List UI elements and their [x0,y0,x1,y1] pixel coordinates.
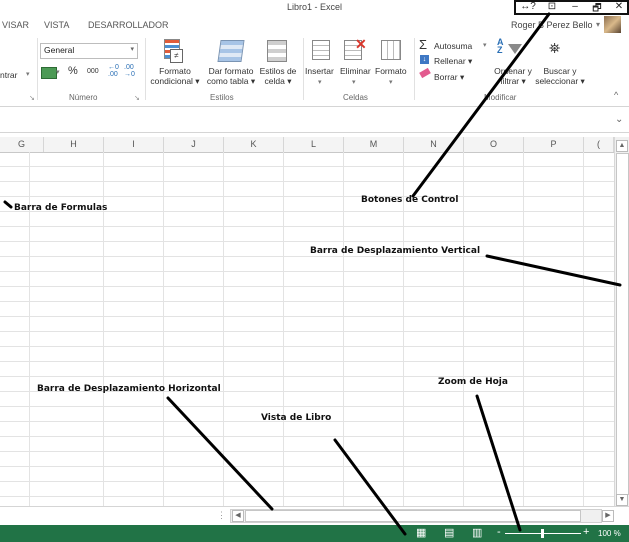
format-as-table-button[interactable]: Dar formato [203,66,259,76]
annotation-formula-bar: Barra de Formulas [14,203,108,213]
conditional-format-button[interactable]: Formato [147,66,203,76]
zoom-slider-thumb[interactable] [541,529,544,538]
decrease-decimal-icon[interactable]: .00 →0 [124,64,135,78]
tab-vista[interactable]: VISTA [44,20,69,30]
collapse-ribbon-icon[interactable]: ^ [614,90,618,100]
format-as-table-button-l2[interactable]: como tabla ▾ [203,76,259,86]
ribbon-display-options-icon[interactable]: ⊡ [543,1,561,12]
thousands-button[interactable]: 000 [87,68,99,75]
insert-button[interactable]: Insertar [305,66,334,76]
column-header-j[interactable]: J [164,137,224,152]
scroll-down-button[interactable]: ▼ [616,494,628,506]
cell-styles-button-l2[interactable]: celda ▾ [256,76,300,86]
conditional-format-icon[interactable]: ≠ [164,39,184,63]
vertical-scroll-thumb[interactable] [616,153,629,495]
delete-button[interactable]: Eliminar [340,66,371,76]
binoculars-icon[interactable]: ⛯ [549,40,560,57]
chevron-down-icon[interactable]: ▾ [26,70,30,78]
chevron-down-icon[interactable]: ▾ [352,78,356,86]
column-header-o[interactable]: O [464,137,524,152]
column-header-h[interactable]: H [44,137,104,152]
scroll-right-button[interactable]: ▶ [602,510,614,522]
format-cells-icon[interactable] [381,40,401,60]
user-name[interactable]: Roger B Perez Bello [511,20,593,30]
annotation-book-view: Vista de Libro [261,413,332,423]
scroll-left-button[interactable]: ◀ [232,510,244,522]
percent-button[interactable]: % [68,65,78,77]
minimize-icon[interactable]: – [566,1,584,12]
annotation-vertical-scrollbar: Barra de Desplazamiento Vertical [310,246,481,256]
group-label-styles: Estilos [210,93,234,102]
increase-decimal-icon[interactable]: ←0.00 [108,64,119,78]
group-label-editing: Modificar [484,93,517,102]
annotation-horizontal-scrollbar: Barra de Desplazamiento Horizontal [37,384,221,394]
delete-x-icon: ✕ [355,36,367,52]
find-select-button[interactable]: Buscar y [533,66,587,76]
autosum-icon[interactable]: Σ [419,37,427,52]
conditional-format-button-l2[interactable]: condicional ▾ [147,76,203,86]
horizontal-scroll-thumb[interactable] [245,510,581,522]
scroll-up-button[interactable]: ▲ [616,140,628,152]
ribbon-partial-label[interactable]: ntrar [0,70,17,80]
sort-filter-button[interactable]: Ordenar y [490,66,536,76]
group-separator [37,38,38,100]
column-header-g[interactable]: G [0,137,44,152]
tab-desarrollador[interactable]: DESARROLLADOR [88,20,169,30]
clear-button[interactable]: Borrar ▾ [434,72,464,82]
page-break-view-icon[interactable]: ▥ [472,526,482,539]
column-header-k[interactable]: K [224,137,284,152]
column-header-i[interactable]: I [104,137,164,152]
expand-formula-bar-icon[interactable]: ⌄ [615,114,623,125]
format-button[interactable]: Formato [375,66,407,76]
dialog-launcher-icon[interactable]: ↘ [29,94,35,102]
formula-bar[interactable] [0,110,629,133]
insert-cells-icon[interactable] [312,40,330,60]
column-header-p[interactable]: P [524,137,584,152]
chevron-down-icon[interactable]: ▾ [596,20,600,29]
filter-funnel-icon [508,44,522,54]
find-select-button-l2[interactable]: seleccionar ▾ [533,76,587,86]
avatar[interactable] [604,16,621,33]
chevron-down-icon[interactable]: ▾ [318,78,322,86]
help-icon[interactable]: ↔? [519,1,537,12]
number-format-value: General [44,45,75,55]
sort-filter-button-l2[interactable]: filtrar ▾ [490,76,536,86]
group-separator [414,38,415,100]
column-header-n[interactable]: N [404,137,464,152]
column-header-m[interactable]: M [344,137,404,152]
sort-filter-icon[interactable]: AZ [497,38,504,55]
chevron-down-icon[interactable]: ▾ [389,78,393,86]
dialog-launcher-icon[interactable]: ↘ [134,94,140,102]
zoom-level[interactable]: 100 % [598,529,621,538]
autosum-button[interactable]: Autosuma [434,41,472,51]
fill-button[interactable]: Rellenar ▾ [434,56,472,66]
cell-styles-icon[interactable] [267,40,287,62]
accounting-format-icon[interactable] [41,67,57,79]
zoom-out-button[interactable]: - [497,526,501,538]
annotation-zoom: Zoom de Hoja [438,377,508,387]
group-label-number: Número [69,93,98,102]
chevron-down-icon[interactable]: ▾ [483,41,487,49]
chevron-down-icon[interactable]: ▾ [56,68,60,76]
page-layout-view-icon[interactable]: ▤ [444,526,454,539]
number-format-select[interactable]: General ▾ [40,43,138,59]
normal-view-icon[interactable]: ▦ [416,526,426,539]
table-format-icon[interactable] [217,40,245,62]
tab-revisar[interactable]: VISAR [2,20,29,30]
close-icon[interactable]: ✕ [610,1,628,12]
tab-split-handle[interactable]: ⋮ [217,510,226,521]
group-separator [145,38,146,100]
column-header-x[interactable]: ( [584,137,614,152]
group-separator [303,38,304,100]
annotation-control-buttons: Botones de Control [361,195,459,205]
chevron-down-icon: ▾ [130,46,134,53]
zoom-in-button[interactable]: + [583,526,589,538]
cell-styles-button[interactable]: Estilos de [256,66,300,76]
fill-icon[interactable]: ↓ [420,55,429,64]
group-label-cells: Celdas [343,93,368,102]
column-header-l[interactable]: L [284,137,344,152]
